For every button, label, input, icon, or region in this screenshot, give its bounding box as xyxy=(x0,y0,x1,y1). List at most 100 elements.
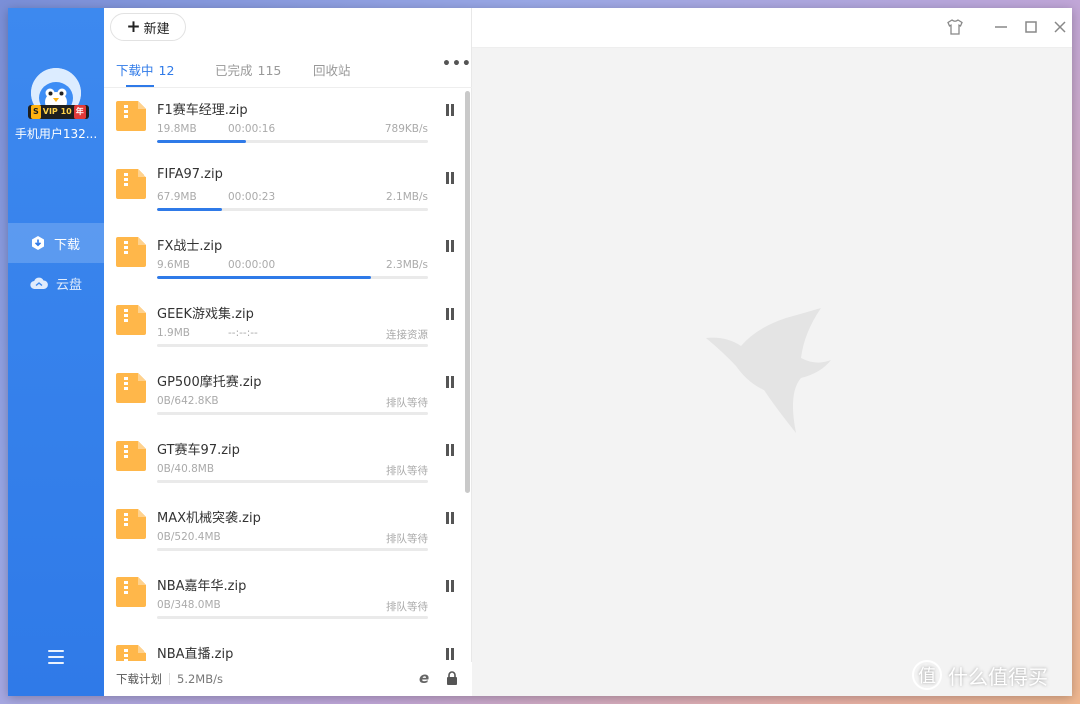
file-size: 0B/520.4MB xyxy=(157,531,221,543)
download-list-panel: + 新建 下载中 12 已完成 115 回收站 ••• F1赛车经理.zip 19.… xyxy=(104,8,472,696)
hamburger-menu-icon[interactable] xyxy=(48,650,64,664)
vip-s-mark: S xyxy=(31,105,41,119)
download-row[interactable]: GT赛车97.zip 0B/40.8MB 排队等待 xyxy=(104,429,464,497)
tab-label: 已完成 xyxy=(215,63,253,78)
download-plan-button[interactable]: 下载计划 xyxy=(116,671,162,687)
download-status: 连接资源 xyxy=(386,329,428,341)
total-speed: 5.2MB/s xyxy=(177,672,223,686)
close-icon[interactable] xyxy=(1051,18,1069,36)
file-size: 0B/642.8KB xyxy=(157,395,219,407)
zip-file-icon xyxy=(116,509,146,539)
file-size: 67.9MB xyxy=(157,191,197,203)
thunder-bird-logo-icon xyxy=(706,308,831,433)
tab-count: 12 xyxy=(158,63,175,78)
elapsed-time: 00:00:16 xyxy=(228,123,276,135)
download-row[interactable]: NBA嘉年华.zip 0B/348.0MB 排队等待 xyxy=(104,565,464,633)
pause-icon[interactable] xyxy=(445,580,455,592)
download-status: 789KB/s xyxy=(384,123,428,135)
elapsed-time: 00:00:00 xyxy=(228,259,276,271)
elapsed-time: 00:00:23 xyxy=(228,191,276,203)
download-row[interactable]: FIFA97.zip 67.9MB 00:00:23 2.1MB/s xyxy=(104,157,464,225)
file-name: MAX机械突袭.zip xyxy=(157,511,261,526)
nav-item-cloud[interactable]: 云盘 xyxy=(8,263,104,303)
sidebar: S VIP 10 年 手机用户132... 下载 云盘 xyxy=(8,8,104,696)
tab-recycle-bin[interactable]: 回收站 xyxy=(313,60,351,79)
zip-file-icon xyxy=(116,441,146,471)
download-icon xyxy=(32,236,44,250)
more-options-icon[interactable]: ••• xyxy=(442,56,472,72)
scrollbar[interactable] xyxy=(465,91,470,493)
pause-icon[interactable] xyxy=(445,172,455,184)
download-status: 排队等待 xyxy=(386,465,428,477)
new-task-button[interactable]: + 新建 xyxy=(110,13,186,41)
watermark: 值 什么值得买 xyxy=(912,660,1048,690)
file-name: GP500摩托赛.zip xyxy=(157,375,262,390)
download-row[interactable]: NBA直播.zip xyxy=(104,633,464,661)
file-name: NBA嘉年华.zip xyxy=(157,579,247,594)
download-list: F1赛车经理.zip 19.8MB 00:00:16 789KB/s FIFA9… xyxy=(104,89,472,661)
download-status: 排队等待 xyxy=(386,533,428,545)
pause-icon[interactable] xyxy=(445,240,455,252)
file-name: FIFA97.zip xyxy=(157,167,223,182)
progress-bar xyxy=(157,480,428,483)
zip-file-icon xyxy=(116,373,146,403)
tab-bar: 下载中 12 已完成 115 回收站 xyxy=(104,48,472,88)
new-button-label: 新建 xyxy=(143,21,170,37)
download-row[interactable]: GP500摩托赛.zip 0B/642.8KB 排队等待 xyxy=(104,361,464,429)
progress-bar xyxy=(157,616,428,619)
pause-icon[interactable] xyxy=(445,444,455,456)
vip-year: 年 xyxy=(73,105,86,119)
download-status: 排队等待 xyxy=(386,397,428,409)
file-name: NBA直播.zip xyxy=(157,647,234,661)
zip-file-icon xyxy=(116,237,146,267)
nav-label: 下载 xyxy=(54,237,81,253)
vip-badge: S VIP 10 年 xyxy=(28,105,89,119)
download-row[interactable]: GEEK游戏集.zip 1.9MB --:--:-- 连接资源 xyxy=(104,293,464,361)
plus-icon: + xyxy=(126,16,141,37)
pause-icon[interactable] xyxy=(445,104,455,116)
tab-count: 115 xyxy=(257,63,282,78)
download-row[interactable]: MAX机械突袭.zip 0B/520.4MB 排队等待 xyxy=(104,497,464,565)
download-status: 2.3MB/s xyxy=(386,259,428,271)
progress-bar xyxy=(157,548,428,551)
tab-downloading[interactable]: 下载中 12 xyxy=(116,60,174,79)
progress-bar xyxy=(157,208,428,211)
file-size: 0B/40.8MB xyxy=(157,463,215,475)
minimize-icon[interactable] xyxy=(992,18,1010,36)
nav-item-download[interactable]: 下载 xyxy=(8,223,104,263)
lock-icon[interactable] xyxy=(446,671,458,685)
file-size: 1.9MB xyxy=(157,327,190,339)
detail-panel xyxy=(472,8,1072,696)
progress-fill xyxy=(157,208,223,211)
ie-browser-icon[interactable]: e xyxy=(419,670,435,686)
zip-file-icon xyxy=(116,169,146,199)
nav-label: 云盘 xyxy=(56,277,83,293)
progress-bar xyxy=(157,276,428,279)
file-name: F1赛车经理.zip xyxy=(157,103,248,118)
title-bar xyxy=(472,8,1072,48)
file-size: 9.6MB xyxy=(157,259,190,271)
pause-icon[interactable] xyxy=(445,376,455,388)
progress-fill xyxy=(157,140,247,143)
pause-icon[interactable] xyxy=(445,512,455,524)
file-size: 0B/348.0MB xyxy=(157,599,221,611)
download-row[interactable]: F1赛车经理.zip 19.8MB 00:00:16 789KB/s xyxy=(104,89,464,157)
skin-tshirt-icon[interactable] xyxy=(946,18,964,36)
maximize-icon[interactable] xyxy=(1022,18,1040,36)
progress-fill xyxy=(157,276,372,279)
zip-file-icon xyxy=(116,305,146,335)
pause-icon[interactable] xyxy=(445,648,455,660)
pause-icon[interactable] xyxy=(445,308,455,320)
separator xyxy=(169,673,170,685)
download-row[interactable]: FX战士.zip 9.6MB 00:00:00 2.3MB/s xyxy=(104,225,464,293)
progress-bar xyxy=(157,412,428,415)
username[interactable]: 手机用户132... xyxy=(8,125,104,142)
progress-bar xyxy=(157,140,428,143)
elapsed-time: --:--:-- xyxy=(228,327,258,339)
active-tab-underline xyxy=(126,85,154,87)
progress-bar xyxy=(157,344,428,347)
file-name: FX战士.zip xyxy=(157,239,223,254)
tab-completed[interactable]: 已完成 115 xyxy=(215,60,281,79)
cloud-icon xyxy=(30,277,48,290)
tab-label: 回收站 xyxy=(313,63,351,78)
